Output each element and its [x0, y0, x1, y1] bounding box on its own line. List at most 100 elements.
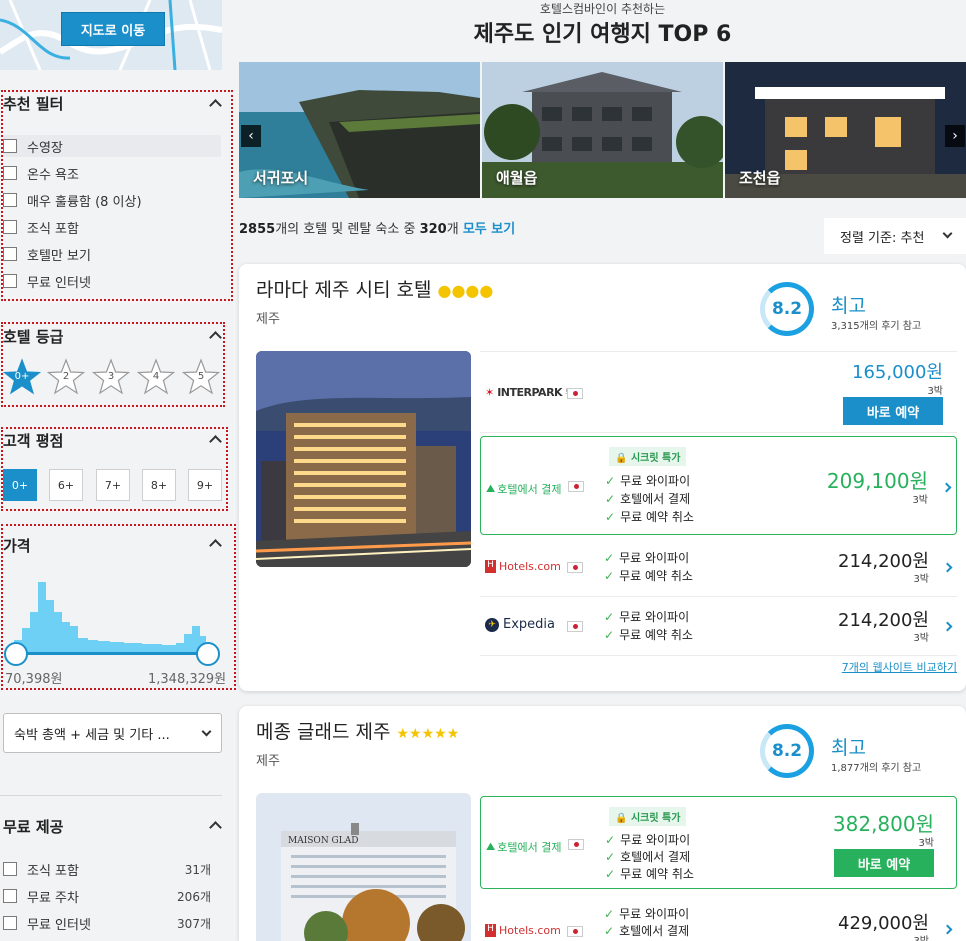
rating-7-button[interactable]: 7+	[96, 469, 130, 501]
book-now-button[interactable]: 바로 예약	[834, 849, 934, 877]
hotel-city: 제주	[256, 754, 280, 769]
carousel-next-button[interactable]: ›	[945, 125, 965, 147]
star-filter-0[interactable]: 0+	[3, 358, 41, 396]
destination-label: 서귀포시	[253, 169, 309, 187]
book-now-button[interactable]: 바로 예약	[843, 397, 943, 425]
hotel-card[interactable]: 라마다 제주 시티 호텔 ●●●● 제주 8.2 최고 3,315개의 후기 참…	[239, 264, 966, 691]
offer-interpark[interactable]: ✶ INTERPARK 투어 165,000원 3박 바로 예약	[480, 351, 957, 433]
filter-excellent[interactable]: 매우 훌륭함 (8 이상)	[3, 189, 142, 211]
free-internet-filter[interactable]: 무료 인터넷 307개	[3, 912, 225, 934]
korea-flag-icon	[568, 481, 584, 492]
go-to-map-button[interactable]: 지도로 이동	[61, 12, 165, 46]
destination-label: 조천읍	[739, 169, 781, 187]
provider-logo: ✈ Expedia	[485, 617, 555, 632]
destination-card-seogwipo[interactable]: 서귀포시	[239, 62, 480, 198]
feature-item: ✓ 무료 예약 취소	[604, 628, 693, 642]
feature-item: ✓ 호텔에서 결제	[605, 850, 691, 864]
offer-nights: 3박	[927, 386, 943, 397]
offer-expedia[interactable]: ✈ Expedia ✓ 무료 와이파이 ✓ 무료 예약 취소 214,200원 3박	[480, 597, 957, 656]
rating-score: 8.2	[760, 282, 814, 336]
map-thumbnail[interactable]: 지도로 이동	[0, 0, 222, 70]
chevron-right-icon[interactable]	[941, 482, 952, 493]
review-count: 3,315개의 후기 참고	[831, 321, 922, 332]
page-title: 제주도 인기 여행지 TOP 6	[473, 22, 732, 47]
checkbox[interactable]	[3, 247, 17, 261]
destination-card-aewol[interactable]: 애월읍	[482, 62, 723, 198]
checkbox[interactable]	[3, 274, 17, 288]
chevron-right-icon[interactable]	[942, 621, 953, 632]
offer-secret-deal[interactable]: 🔒 시크릿 특가 ⛰ 호텔에서 결제 ✓ 무료 와이파이 ✓ 호텔에서 결제 ✓ 무료 …	[480, 436, 957, 535]
filter-sidebar: 지도로 이동 추천 필터 수영장 온수 욕조 매우 훌륭함 (8 이상) 조식 …	[0, 0, 237, 941]
feature-item: ✓ 무료 와이파이	[604, 551, 690, 565]
checkbox[interactable]	[3, 220, 17, 234]
checkbox[interactable]	[3, 193, 17, 207]
chevron-right-icon[interactable]	[942, 562, 953, 573]
see-all-link[interactable]: 모두 보기	[463, 222, 515, 237]
filter-free-internet[interactable]: 무료 인터넷	[3, 270, 91, 292]
hotel-photo[interactable]	[256, 351, 471, 567]
provider-logo: H Hotels.com	[485, 560, 561, 573]
rating-0-button[interactable]: 0+	[3, 469, 37, 501]
rating-9-button[interactable]: 9+	[188, 469, 222, 501]
rating-word: 최고	[831, 295, 866, 317]
hotel-stars: ●●●●	[437, 281, 494, 300]
feature-item: ✓ 무료 와이파이	[604, 907, 690, 921]
offer-hotels-com[interactable]: H Hotels.com ✓ 무료 와이파이 ✓ 호텔에서 결제 429,000원 …	[480, 896, 957, 941]
offer-secret-deal[interactable]: 🔒 시크릿 특가 ⛰ 호텔에서 결제 ✓ 무료 와이파이 ✓ 호텔에서 결제 ✓ 무료 …	[480, 796, 957, 889]
price-min-handle[interactable]	[4, 642, 28, 666]
korea-flag-icon	[567, 621, 583, 632]
offer-hotels-com[interactable]: H Hotels.com ✓ 무료 와이파이 ✓ 무료 예약 취소 214,200원…	[480, 538, 957, 597]
hotel-card[interactable]: 메종 글래드 제주 ★★★★★ 제주 8.2 최고 1,877개의 후기 참고 …	[239, 706, 966, 941]
rating-8-button[interactable]: 8+	[142, 469, 176, 501]
korea-flag-icon	[567, 926, 583, 937]
offer-nights: 3박	[912, 495, 928, 506]
hotel-photo[interactable]: MAISON GLAD	[256, 793, 471, 941]
korea-flag-icon	[567, 562, 583, 573]
price-filter-title: 가격	[3, 537, 31, 555]
chevron-down-icon	[201, 726, 212, 737]
filter-hotels-only[interactable]: 호텔만 보기	[3, 243, 91, 265]
filter-hot-tub[interactable]: 온수 욕조	[3, 162, 79, 184]
carousel-prev-button[interactable]: ‹	[241, 125, 261, 147]
star-filter-3[interactable]: 3	[92, 358, 130, 396]
checkbox[interactable]	[3, 889, 17, 903]
price-max-handle[interactable]	[196, 642, 220, 666]
star-filter-2[interactable]: 2	[47, 358, 85, 396]
provider-logo: ✶ INTERPARK 투어	[485, 386, 580, 399]
chevron-down-icon	[942, 228, 953, 239]
feature-item: ✓ 호텔에서 결제	[605, 492, 691, 506]
hotel-class-title: 호텔 등급	[3, 328, 64, 346]
feature-item: ✓ 무료 와이파이	[605, 833, 691, 847]
filter-pool[interactable]: 수영장	[3, 135, 221, 157]
feature-item: ✓ 무료 예약 취소	[605, 867, 694, 881]
feature-item: ✓ 무료 와이파이	[605, 474, 691, 488]
checkbox[interactable]	[3, 916, 17, 930]
star-filter-5[interactable]: 5	[182, 358, 220, 396]
price-min-label: 70,398원	[5, 672, 63, 687]
price-max-label: 1,348,329원	[148, 672, 227, 687]
korea-flag-icon	[567, 388, 583, 399]
free-parking-filter[interactable]: 무료 주차 206개	[3, 885, 225, 907]
feature-item: ✓ 무료 예약 취소	[605, 510, 694, 524]
korea-flag-icon	[568, 839, 584, 850]
checkbox[interactable]	[3, 862, 17, 876]
chevron-right-icon[interactable]	[942, 924, 953, 935]
price-type-select[interactable]: 숙박 총액 + 세금 및 기타 ...	[3, 713, 222, 753]
checkbox[interactable]	[3, 139, 17, 153]
collapse-chevron-icon[interactable]	[209, 821, 222, 834]
provider-logo: ⛰ 호텔에서 결제	[486, 840, 562, 854]
hotel-name[interactable]: 라마다 제주 시티 호텔 ●●●●	[256, 275, 493, 302]
compare-sites-link[interactable]: 7개의 웹사이트 비교하기	[842, 659, 957, 675]
offer-nights: 3박	[918, 838, 934, 849]
hotel-name[interactable]: 메종 글래드 제주 ★★★★★	[256, 717, 459, 744]
sort-dropdown[interactable]: 정렬 기준: 추천	[824, 218, 966, 254]
rating-6-button[interactable]: 6+	[49, 469, 83, 501]
free-breakfast-filter[interactable]: 조식 포함 31개	[3, 858, 225, 880]
price-slider-track[interactable]	[16, 652, 208, 655]
checkbox[interactable]	[3, 166, 17, 180]
star-filter-4[interactable]: 4	[137, 358, 175, 396]
rating-score: 8.2	[760, 724, 814, 778]
destination-card-jocheon[interactable]: 조천읍	[725, 62, 966, 198]
filter-breakfast[interactable]: 조식 포함	[3, 216, 79, 238]
price-filter-outline	[1, 524, 236, 690]
